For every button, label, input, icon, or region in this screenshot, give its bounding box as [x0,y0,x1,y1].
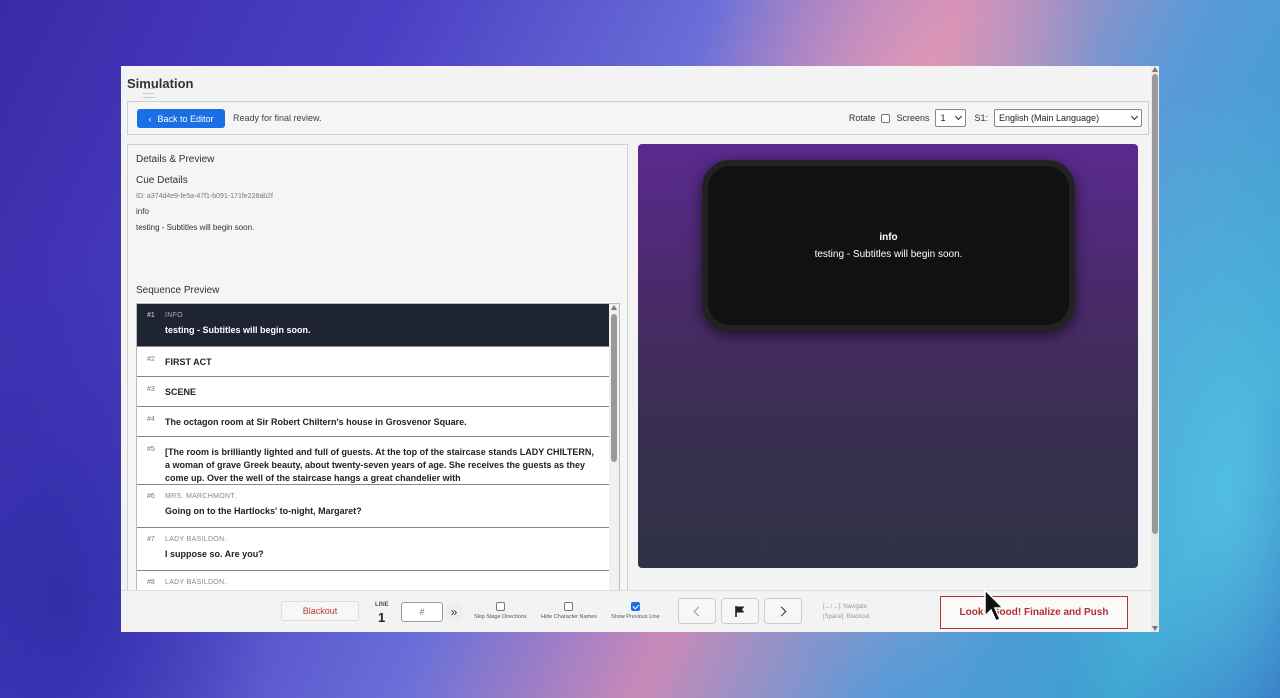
item-character: LADY BASILDON. [165,579,227,586]
screens-label: Screens [896,113,930,123]
skip-stage-option: Skip Stage Directions [474,602,527,620]
sequence-item[interactable]: #7 LADY BASILDON. I suppose so. Are you? [137,528,610,571]
preview-character: info [879,231,898,243]
item-number: #4 [147,416,155,423]
status-text: Ready for final review. [233,113,322,123]
line-label: LINE [375,602,389,608]
sequence-item[interactable]: #5 [The room is brilliantly lighted and … [137,437,610,485]
scroll-up-icon[interactable] [1152,67,1158,72]
window-scrollbar[interactable] [1151,66,1159,632]
item-character: INFO [165,312,183,319]
chevron-right-icon [776,606,787,616]
show-prev-checkbox[interactable] [630,602,640,611]
item-character: MRS. MARCHMONT. [165,493,237,500]
skip-stage-label: Skip Stage Directions [474,614,527,620]
item-number: #2 [147,356,155,363]
mouse-cursor-icon [984,588,1005,623]
finalize-push-button[interactable]: Looks Good! Finalize and Push [940,596,1128,629]
item-number: #8 [147,579,155,586]
item-text: The octagon room at Sir Robert Chiltern'… [165,417,467,427]
scroll-up-icon[interactable] [611,305,617,310]
previous-button[interactable] [678,598,716,624]
toolbar: ‹ Back to Editor Ready for final review.… [127,101,1149,135]
menu-icon[interactable] [143,88,155,98]
flag-button[interactable] [721,598,759,624]
chevron-left-icon: ‹ [148,113,152,124]
page-title: Simulation [127,76,194,91]
back-to-editor-button[interactable]: ‹ Back to Editor [137,109,225,128]
cue-id: ID: a374d4e9-fe5a-47f1-b091-171fe228ab2f [136,193,273,200]
hide-names-option: Hide Character Names [541,602,597,620]
back-label: Back to Editor [157,113,214,124]
cue-character: info [136,207,149,216]
scroll-down-icon[interactable] [1152,626,1158,631]
chevron-down-icon [955,112,963,121]
details-heading: Details & Preview [136,154,215,165]
sequence-list[interactable]: #1 INFO testing - Subtitles will begin s… [136,303,620,593]
screens-select[interactable]: 1 [935,109,967,127]
sequence-item[interactable]: #6 MRS. MARCHMONT. Going on to the Hartl… [137,485,610,528]
toolbar-right: Rotate Screens 1 S1: English (Main Langu… [849,109,1142,127]
hint-navigate: [←/→]: Navigate [823,604,868,610]
item-number: #7 [147,536,155,543]
item-number: #6 [147,493,155,500]
preview-stage: info testing - Subtitles will begin soon… [638,144,1138,568]
item-text: SCENE [165,387,197,397]
scrollbar-thumb[interactable] [1152,74,1158,534]
item-text: Going on to the Hartlocks' to-night, Mar… [165,506,362,516]
rotate-label: Rotate [848,113,876,123]
chevron-left-icon [693,606,704,616]
flag-icon [735,605,745,617]
cue-text: testing - Subtitles will begin soon. [136,223,255,232]
sequence-item[interactable]: #1 INFO testing - Subtitles will begin s… [137,304,610,347]
show-prev-label: Show Previous Line [611,614,660,620]
sequence-item[interactable]: #3 SCENE [137,377,610,407]
simulation-window: Simulation ‹ Back to Editor Ready for fi… [121,66,1159,632]
item-text: [The room is brilliantly lighted and ful… [165,447,594,483]
language-value: English (Main Language) [999,113,1100,123]
sequence-item[interactable]: #2 FIRST ACT [137,347,610,377]
scrollbar-thumb[interactable] [611,314,617,462]
rotate-checkbox[interactable] [881,113,891,123]
line-number-input[interactable] [401,602,443,622]
language-select[interactable]: English (Main Language) [994,109,1142,127]
item-character: LADY BASILDON. [165,536,227,543]
item-number: #5 [147,446,155,453]
skip-stage-checkbox[interactable] [495,602,505,611]
sequence-item[interactable]: #4 The octagon room at Sir Robert Chilte… [137,407,610,437]
preview-text: testing - Subtitles will begin soon. [814,248,963,260]
item-text: I suppose so. Are you? [165,549,264,559]
line-number: 1 [378,610,386,625]
screens-value: 1 [940,113,946,123]
item-text: FIRST ACT [165,357,212,367]
item-text: testing - Subtitles will begin soon. [165,325,311,335]
hide-names-label: Hide Character Names [541,614,597,620]
keyboard-hints: [←/→]: Navigate [Space]: Blackout [823,602,870,622]
item-number: #3 [147,386,155,393]
cue-details-heading: Cue Details [136,175,188,186]
show-prev-option: Show Previous Line [611,602,660,620]
details-panel: Details & Preview Cue Details ID: a374d4… [127,144,628,594]
s1-label: S1: [974,113,988,123]
hide-names-checkbox[interactable] [564,602,574,611]
device-screen: info testing - Subtitles will begin soon… [702,160,1075,331]
chevron-down-icon [1130,112,1139,121]
go-to-line-button[interactable]: » [446,603,462,621]
next-button[interactable] [764,598,802,624]
sequence-scrollbar[interactable] [609,304,619,592]
sequence-heading: Sequence Preview [136,285,220,296]
hint-blackout: [Space]: Blackout [823,614,870,620]
sequence-items: #1 INFO testing - Subtitles will begin s… [137,304,610,592]
item-number: #1 [147,312,155,319]
blackout-button[interactable]: Blackout [281,601,359,621]
